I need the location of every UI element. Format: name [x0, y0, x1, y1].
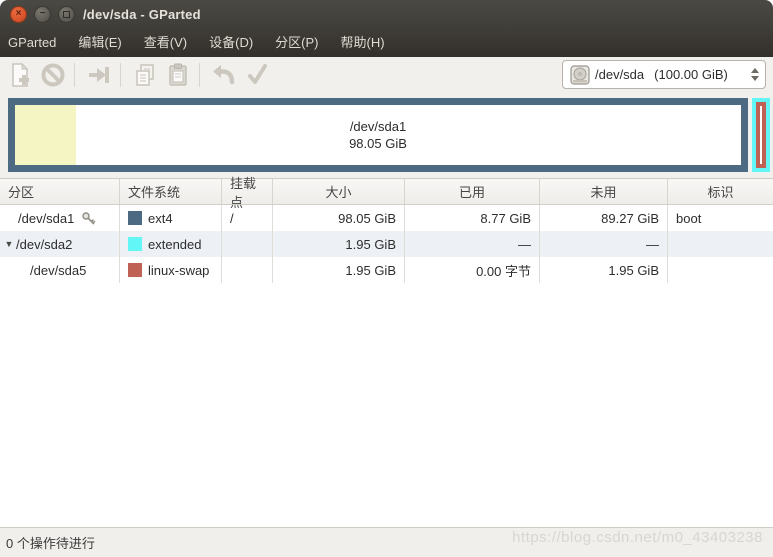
used-cell: —: [405, 231, 540, 257]
menu-partition[interactable]: 分区(P): [264, 28, 329, 57]
col-header-unused[interactable]: 未用: [540, 179, 668, 204]
spin-up-icon: [751, 68, 759, 73]
maximize-icon[interactable]: [58, 6, 75, 23]
filesystem-name: linux-swap: [148, 263, 209, 278]
menu-help[interactable]: 帮助(H): [330, 28, 396, 57]
partition-visual-size: 98.05 GiB: [349, 135, 407, 152]
undo-icon: [211, 62, 237, 88]
toolbar: /dev/sda (100.00 GiB): [0, 57, 773, 93]
partition-name: /dev/sda5: [30, 263, 86, 278]
col-header-partition[interactable]: 分区: [0, 179, 120, 204]
mount-point-cell: /: [222, 205, 273, 231]
paste-button[interactable]: [163, 60, 193, 90]
size-cell: 98.05 GiB: [273, 205, 405, 231]
filesystem-color-swatch: [128, 263, 142, 277]
partition-name: /dev/sda2: [16, 237, 72, 252]
hard-drive-icon: [569, 64, 591, 86]
filesystem-color-swatch: [128, 237, 142, 251]
device-selector-spinner[interactable]: [745, 61, 759, 88]
mount-point-cell: [222, 231, 273, 257]
partition-table: 分区 文件系统 挂载点 大小 已用 未用 标识 /dev/sda1: [0, 178, 773, 527]
menu-edit[interactable]: 编辑(E): [67, 28, 132, 57]
delete-partition-icon: [40, 62, 66, 88]
table-header-row: 分区 文件系统 挂载点 大小 已用 未用 标识: [0, 178, 773, 205]
top-bar: × − /dev/sda - GParted GParted 编辑(E) 查看(…: [0, 0, 773, 57]
delete-partition-button[interactable]: [38, 60, 68, 90]
toolbar-separator: [199, 63, 200, 87]
menu-view[interactable]: 查看(V): [133, 28, 198, 57]
new-partition-button[interactable]: [5, 60, 35, 90]
col-header-used[interactable]: 已用: [405, 179, 540, 204]
pending-operations-text: 0 个操作待进行: [6, 533, 95, 552]
device-selector-size: (100.00 GiB): [654, 67, 728, 82]
key-icon: [81, 211, 96, 226]
unused-cell: 1.95 GiB: [540, 257, 668, 283]
menu-bar: GParted 编辑(E) 查看(V) 设备(D) 分区(P) 帮助(H): [0, 28, 773, 57]
flags-cell: [668, 231, 773, 257]
paste-icon: [165, 62, 191, 88]
device-selector[interactable]: /dev/sda (100.00 GiB): [562, 60, 766, 89]
col-header-filesystem[interactable]: 文件系统: [120, 179, 222, 204]
device-selector-value: /dev/sda: [595, 67, 644, 82]
toolbar-separator: [74, 63, 75, 87]
title-bar: × − /dev/sda - GParted: [0, 0, 773, 28]
unused-cell: —: [540, 231, 668, 257]
spin-down-icon: [751, 76, 759, 81]
menu-gparted[interactable]: GParted: [0, 28, 67, 57]
table-empty-area: [0, 283, 773, 527]
window-title: /dev/sda - GParted: [83, 7, 201, 22]
apply-button[interactable]: [242, 60, 272, 90]
table-row-sda2[interactable]: ▼ /dev/sda2 extended 1.95 GiB — —: [0, 231, 773, 257]
resize-move-icon: [86, 62, 112, 88]
used-cell: 8.77 GiB: [405, 205, 540, 231]
menu-device[interactable]: 设备(D): [198, 28, 264, 57]
copy-button[interactable]: [130, 60, 160, 90]
filesystem-name: ext4: [148, 211, 173, 226]
flags-cell: [668, 257, 773, 283]
mount-point-cell: [222, 257, 273, 283]
partition-name: /dev/sda1: [18, 211, 74, 226]
table-row-sda1[interactable]: /dev/sda1 ext4 / 98.05 GiB 8.77 GiB 89.2…: [0, 205, 773, 231]
partition-visual-sda1[interactable]: /dev/sda1 98.05 GiB: [8, 98, 748, 172]
toolbar-separator: [120, 63, 121, 87]
minimize-icon[interactable]: −: [34, 6, 51, 23]
disk-visual: /dev/sda1 98.05 GiB: [0, 93, 773, 178]
gparted-window: × − /dev/sda - GParted GParted 编辑(E) 查看(…: [0, 0, 773, 557]
size-cell: 1.95 GiB: [273, 257, 405, 283]
apply-icon: [244, 62, 270, 88]
filesystem-name: extended: [148, 237, 202, 252]
filesystem-color-swatch: [128, 211, 142, 225]
used-cell: 0.00 字节: [405, 257, 540, 283]
resize-move-button[interactable]: [84, 60, 114, 90]
table-row-sda5[interactable]: /dev/sda5 linux-swap 1.95 GiB 0.00 字节 1.…: [0, 257, 773, 283]
col-header-mountpoint[interactable]: 挂载点: [222, 179, 273, 204]
flags-cell: boot: [668, 205, 773, 231]
partition-visual-swap[interactable]: [756, 102, 766, 168]
undo-button[interactable]: [209, 60, 239, 90]
watermark-text: https://blog.csdn.net/m0_43403238: [512, 529, 763, 546]
size-cell: 1.95 GiB: [273, 231, 405, 257]
partition-visual-extended[interactable]: [752, 98, 770, 172]
close-icon[interactable]: ×: [10, 6, 27, 23]
unused-cell: 89.27 GiB: [540, 205, 668, 231]
copy-icon: [132, 62, 158, 88]
partition-visual-name: /dev/sda1: [350, 118, 406, 135]
col-header-flags[interactable]: 标识: [668, 179, 773, 204]
col-header-size[interactable]: 大小: [273, 179, 405, 204]
expander-icon[interactable]: ▼: [2, 239, 16, 249]
new-partition-icon: [7, 62, 33, 88]
